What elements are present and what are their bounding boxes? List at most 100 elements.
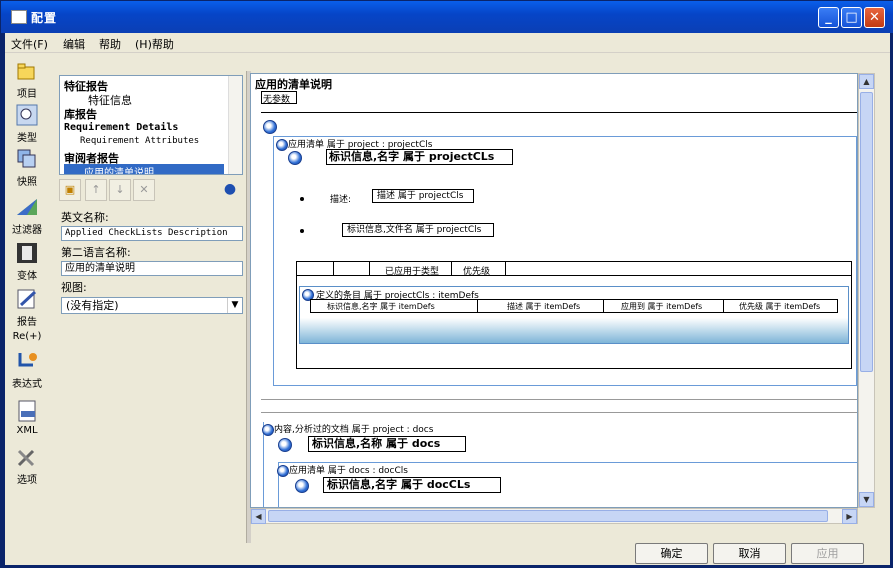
cancel-button[interactable]: 取消 (713, 543, 786, 564)
table-grid-line (369, 262, 370, 276)
defined-cell: 优先级 属于 itemDefs (739, 302, 821, 311)
nav-item-variant[interactable]: 变体 (5, 241, 49, 282)
menu-help-h[interactable]: (H)帮助 (135, 36, 174, 52)
scroll-left-icon[interactable]: ◀ (251, 509, 266, 524)
tree-node-selected[interactable]: 应用的清单说明 (64, 164, 224, 174)
new-item-button[interactable]: ▣ (59, 179, 81, 201)
nav-item-snapshot[interactable]: 快照 (5, 147, 49, 188)
idinfo-value-box: 标识信息,文件名 属于 projectCls (342, 223, 494, 237)
globe-icon: ● (223, 181, 237, 197)
section-marker-icon (263, 120, 277, 134)
menu-help[interactable]: 帮助 (99, 36, 121, 52)
preview-heading: 应用的清单说明 (255, 78, 332, 91)
section-title: 标识信息,名字 属于 projectCLs (329, 150, 495, 163)
nav-item-regex[interactable]: Re(+) (5, 331, 49, 342)
variant-icon (17, 243, 37, 263)
app-icon (11, 10, 27, 24)
nav-sidebar: 项目 类型 快照 过滤器 变体 报告 Re(+) 表达式 XML 选项 (5, 55, 49, 486)
chevron-down-icon[interactable]: ▼ (227, 298, 242, 313)
divider-line (261, 399, 857, 400)
globe-button[interactable]: ● (219, 179, 241, 201)
xml-file-icon (18, 400, 36, 422)
table-header-cell: 已应用于类型 (385, 267, 440, 277)
nav-item-expression[interactable]: 表达式 (5, 349, 49, 390)
scroll-down-icon[interactable]: ▼ (859, 492, 874, 507)
section-project-cls: 应用清单 属于 project : projectCls 标识信息,名字 属于 … (273, 136, 857, 386)
delete-button[interactable]: ✕ (133, 179, 155, 201)
nav-item-report[interactable]: 报告 (5, 287, 49, 328)
tools-icon (17, 449, 35, 467)
table-grid-line (603, 300, 604, 312)
section-marker-icon (276, 139, 288, 151)
title-box: 标识信息,名称 属于 docs (308, 436, 466, 452)
preview-horizontal-scrollbar[interactable]: ◀ ▶ (250, 508, 858, 524)
scroll-thumb[interactable] (268, 510, 828, 522)
nav-item-options[interactable]: 选项 (5, 445, 49, 486)
nav-label: 快照 (17, 177, 37, 188)
report-pencil-icon (17, 289, 37, 309)
move-down-button[interactable]: ↓ (109, 179, 131, 201)
folder-pencil-icon (17, 63, 35, 80)
close-button[interactable]: ✕ (864, 7, 885, 28)
tree-node[interactable]: Requirement Details (64, 122, 178, 133)
title-box: 标识信息,名字 属于 docCLs (323, 477, 501, 493)
menu-bar: 文件(F) 编辑 帮助 (H)帮助 (5, 33, 890, 53)
bullet (300, 197, 304, 201)
dialog-buttons: 确定 取消 应用 (9, 543, 893, 565)
scroll-thumb[interactable] (860, 92, 873, 372)
idinfo-value: 标识信息,文件名 属于 projectCls (347, 225, 482, 235)
section-marker-icon (278, 438, 292, 452)
expression-arrow-icon (18, 353, 37, 367)
maximize-button[interactable]: □ (841, 7, 862, 28)
view-select-value: (没有指定) (66, 299, 119, 312)
tree-scrollbar[interactable] (228, 76, 242, 174)
section-docs: 内容,分析过的文档 属于 project : docs 标识信息,名称 属于 d… (262, 422, 857, 507)
tree-node[interactable]: Requirement Attributes (80, 136, 199, 146)
magnifier-icon (16, 104, 38, 126)
bullet (300, 229, 304, 233)
nav-item-type[interactable]: 类型 (5, 103, 49, 144)
nav-item-xml[interactable]: XML (5, 399, 49, 436)
minimize-button[interactable]: _ (818, 7, 839, 28)
section-marker-icon (295, 479, 309, 493)
delete-x-icon: ✕ (139, 183, 149, 196)
section-caption: 应用清单 属于 docs : docCls (289, 466, 408, 476)
second-language-label: 第二语言名称: (61, 246, 131, 259)
arrow-down-icon: ↓ (115, 183, 125, 196)
report-preview[interactable]: 应用的清单说明 无参数 应用清单 属于 project : projectCls… (250, 73, 858, 508)
nav-label: Re(+) (12, 331, 42, 342)
menu-file[interactable]: 文件(F) (11, 36, 48, 52)
nav-label: 选项 (17, 475, 37, 486)
move-up-button[interactable]: ↑ (85, 179, 107, 201)
defined-cell: 标识信息,名字 属于 itemDefs (327, 302, 435, 311)
divider-line (261, 412, 857, 413)
preview-vertical-scrollbar[interactable]: ▲ ▼ (858, 73, 875, 508)
nav-item-filter[interactable]: 过滤器 (5, 195, 49, 236)
nav-label: 表达式 (12, 379, 42, 390)
scroll-right-icon[interactable]: ▶ (842, 509, 857, 524)
nav-label: 类型 (17, 133, 37, 144)
nav-label: 项目 (17, 89, 37, 100)
items-table: 已应用于类型 优先级 定义的条目 属于 projectCls : itemDef… (296, 261, 852, 369)
tree-toolbar: ▣ ↑ ↓ ✕ ● (59, 179, 243, 203)
report-tree[interactable]: 特征报告 特征信息 库报告 Requirement Details Requir… (59, 75, 243, 175)
window-title: 配置 (31, 11, 58, 25)
nav-label: XML (16, 425, 38, 436)
second-language-input[interactable]: 应用的清单说明 (61, 261, 243, 276)
tree-node[interactable]: 库报告 (64, 106, 97, 122)
section-marker-icon (288, 151, 302, 165)
view-select[interactable]: (没有指定) ▼ (61, 297, 243, 314)
nav-item-project[interactable]: 项目 (5, 59, 49, 100)
english-name-input[interactable]: Applied CheckLists Description (61, 226, 243, 241)
divider-line (261, 112, 857, 113)
section-doc-cls: 应用清单 属于 docs : docCls 标识信息,名字 属于 docCLs (277, 462, 857, 507)
section-caption: 内容,分析过的文档 属于 project : docs (274, 425, 434, 435)
title-bar[interactable]: 配置 _ □ ✕ (1, 1, 893, 33)
dialog-client: 文件(F) 编辑 帮助 (H)帮助 项目 类型 快照 过滤器 变体 报告 Re(… (5, 33, 890, 565)
menu-edit[interactable]: 编辑 (63, 36, 85, 52)
desc-value: 描述 属于 projectCls (377, 191, 464, 201)
scroll-up-icon[interactable]: ▲ (859, 74, 874, 89)
defined-items-block: 定义的条目 属于 projectCls : itemDefs 标识信息,名字 属… (299, 286, 849, 344)
apply-button[interactable]: 应用 (791, 543, 864, 564)
ok-button[interactable]: 确定 (635, 543, 708, 564)
